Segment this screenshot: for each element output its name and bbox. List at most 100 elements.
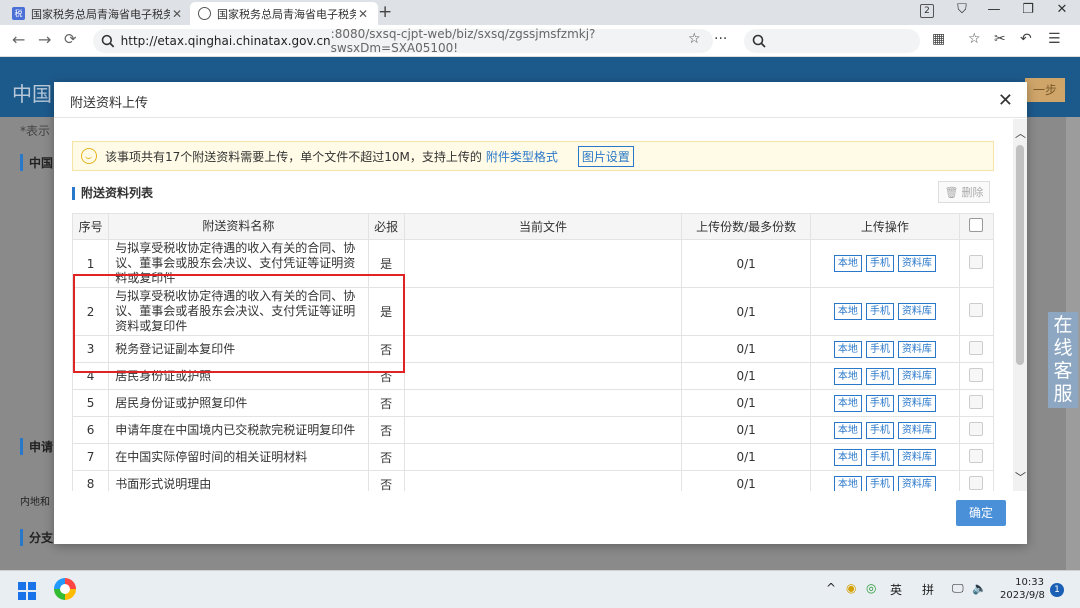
attachment-format-link[interactable]: 附件类型格式	[486, 148, 558, 165]
search-box[interactable]	[744, 29, 920, 53]
notification-badge[interactable]: 1	[1050, 583, 1064, 597]
attachment-name: 书面形式说明理由	[108, 470, 369, 491]
column-header: 上传操作	[809, 213, 960, 240]
phone-upload-button[interactable]: 手机	[865, 475, 894, 491]
scrollbar-thumb[interactable]	[1016, 145, 1024, 365]
close-icon[interactable]: ✕	[356, 7, 370, 21]
delete-button[interactable]: 🗑 删除	[938, 181, 990, 203]
row-checkbox[interactable]	[969, 255, 984, 269]
menu-icon[interactable]: ☰	[1048, 31, 1061, 47]
minimize-button[interactable]: —	[980, 2, 1008, 17]
row-checkbox[interactable]	[969, 367, 984, 382]
library-upload-button[interactable]: 资料库	[897, 340, 936, 358]
browser-tab-1[interactable]: 税 国家税务总局青海省电子税务 ✕	[4, 2, 192, 25]
select-all-checkbox[interactable]	[969, 218, 984, 232]
phone-upload-button[interactable]: 手机	[865, 340, 894, 358]
delete-label: 删除	[961, 186, 984, 199]
row-number: 6	[71, 416, 110, 444]
phone-upload-button[interactable]: 手机	[865, 255, 894, 272]
library-upload-button[interactable]: 资料库	[897, 303, 936, 320]
row-checkbox[interactable]	[969, 340, 984, 355]
favorites-icon[interactable]: ☆	[968, 31, 981, 47]
close-icon[interactable]: ✕	[998, 90, 1013, 111]
row-checkbox[interactable]	[969, 475, 984, 490]
row-checkbox[interactable]	[969, 303, 984, 317]
online-service-button[interactable]: 在线客服	[1048, 312, 1078, 408]
url-bar[interactable]: http://etax.qinghai.chinatax.gov.cn:8080…	[93, 27, 713, 55]
phone-upload-button[interactable]: 手机	[865, 303, 894, 320]
scissors-icon[interactable]: ✂	[994, 31, 1006, 47]
phone-upload-button[interactable]: 手机	[865, 367, 894, 385]
browser-app-icon[interactable]	[54, 578, 76, 600]
more-icon[interactable]: ···	[714, 31, 727, 47]
picture-settings-button[interactable]: 图片设置	[577, 145, 634, 167]
shield-icon[interactable]: ◉	[846, 581, 856, 595]
reload-icon[interactable]: ⟳	[64, 30, 77, 48]
confirm-button[interactable]: 确定	[956, 500, 1006, 526]
row-number: 2	[71, 287, 110, 336]
back-icon[interactable]: ←	[12, 30, 25, 49]
close-icon[interactable]: ✕	[170, 7, 184, 21]
close-window-button[interactable]: ✕	[1048, 2, 1076, 17]
table-row: 3 税务登记证副本复印件否 0/1 本地 手机 资料库	[71, 335, 995, 363]
list-title: 附送资料列表	[72, 187, 153, 200]
smile-icon	[81, 148, 97, 164]
shirt-icon[interactable]: ⛉	[948, 2, 976, 17]
local-upload-button[interactable]: 本地	[833, 421, 862, 439]
undo-icon[interactable]: ↶	[1020, 31, 1032, 47]
restore-button[interactable]: ❐	[1014, 2, 1042, 17]
local-upload-button[interactable]: 本地	[833, 303, 862, 320]
chevron-down-icon[interactable]: ﹀	[1015, 469, 1026, 485]
current-file	[403, 389, 683, 417]
dialog-scrollbar[interactable]: ︿ ﹀	[1013, 119, 1027, 491]
library-upload-button[interactable]: 资料库	[897, 421, 936, 439]
local-upload-button[interactable]: 本地	[833, 340, 862, 358]
phone-upload-button[interactable]: 手机	[865, 421, 894, 439]
local-upload-button[interactable]: 本地	[833, 255, 862, 272]
windows-start-icon[interactable]	[18, 582, 36, 600]
trash-icon: 🗑	[944, 185, 959, 199]
local-upload-button[interactable]: 本地	[833, 367, 862, 385]
library-upload-button[interactable]: 资料库	[897, 448, 936, 466]
library-upload-button[interactable]: 资料库	[897, 367, 936, 385]
library-upload-button[interactable]: 资料库	[897, 255, 936, 272]
current-file	[403, 335, 683, 363]
section-label: 申请	[20, 438, 53, 455]
upload-count: 0/1	[681, 389, 811, 417]
upload-actions: 本地 手机 资料库	[809, 389, 960, 417]
attachment-name: 居民身份证或护照	[108, 362, 369, 390]
grid-icon[interactable]: ▦	[932, 31, 945, 47]
ime-mode[interactable]: 拼	[922, 581, 934, 598]
table-header-row: 序号 附送资料名称 必报 当前文件 上传份数/最多份数 上传操作	[71, 213, 995, 240]
row-select-cell	[958, 470, 995, 491]
tab-title: 国家税务总局青海省电子税务	[217, 7, 356, 21]
address-toolbar: ← → ⟳ http://etax.qinghai.chinatax.gov.c…	[0, 25, 1080, 57]
phone-upload-button[interactable]: 手机	[865, 394, 894, 412]
row-select-cell	[958, 389, 995, 417]
network-icon[interactable]: 🖵	[952, 581, 964, 596]
row-checkbox[interactable]	[969, 448, 984, 463]
new-tab-button[interactable]: +	[378, 2, 392, 22]
security-icon[interactable]: ◎	[866, 581, 876, 595]
phone-upload-button[interactable]: 手机	[865, 448, 894, 466]
chevron-up-icon[interactable]: ︿	[1015, 125, 1026, 141]
ime-language[interactable]: 英	[890, 581, 902, 598]
local-upload-button[interactable]: 本地	[833, 394, 862, 412]
library-upload-button[interactable]: 资料库	[897, 475, 936, 491]
browser-tab-2[interactable]: 国家税务总局青海省电子税务 ✕	[190, 2, 378, 25]
upload-count: 0/1	[681, 362, 811, 390]
library-upload-button[interactable]: 资料库	[897, 394, 936, 412]
volume-icon[interactable]: 🔈	[972, 581, 987, 595]
row-checkbox[interactable]	[969, 394, 984, 409]
clock[interactable]: 10:33 2023/9/8	[1000, 576, 1045, 602]
column-header: 必报	[367, 213, 405, 240]
window-count-badge[interactable]: 2	[920, 4, 934, 18]
chevron-up-icon[interactable]: ^	[826, 581, 836, 595]
local-upload-button[interactable]: 本地	[833, 475, 862, 491]
star-icon[interactable]: ☆	[688, 31, 701, 47]
next-step-button[interactable]: 一步	[1025, 78, 1065, 102]
required-note: *表示	[20, 124, 51, 138]
local-upload-button[interactable]: 本地	[833, 448, 862, 466]
row-checkbox[interactable]	[969, 421, 984, 436]
forward-icon[interactable]: →	[38, 30, 51, 49]
